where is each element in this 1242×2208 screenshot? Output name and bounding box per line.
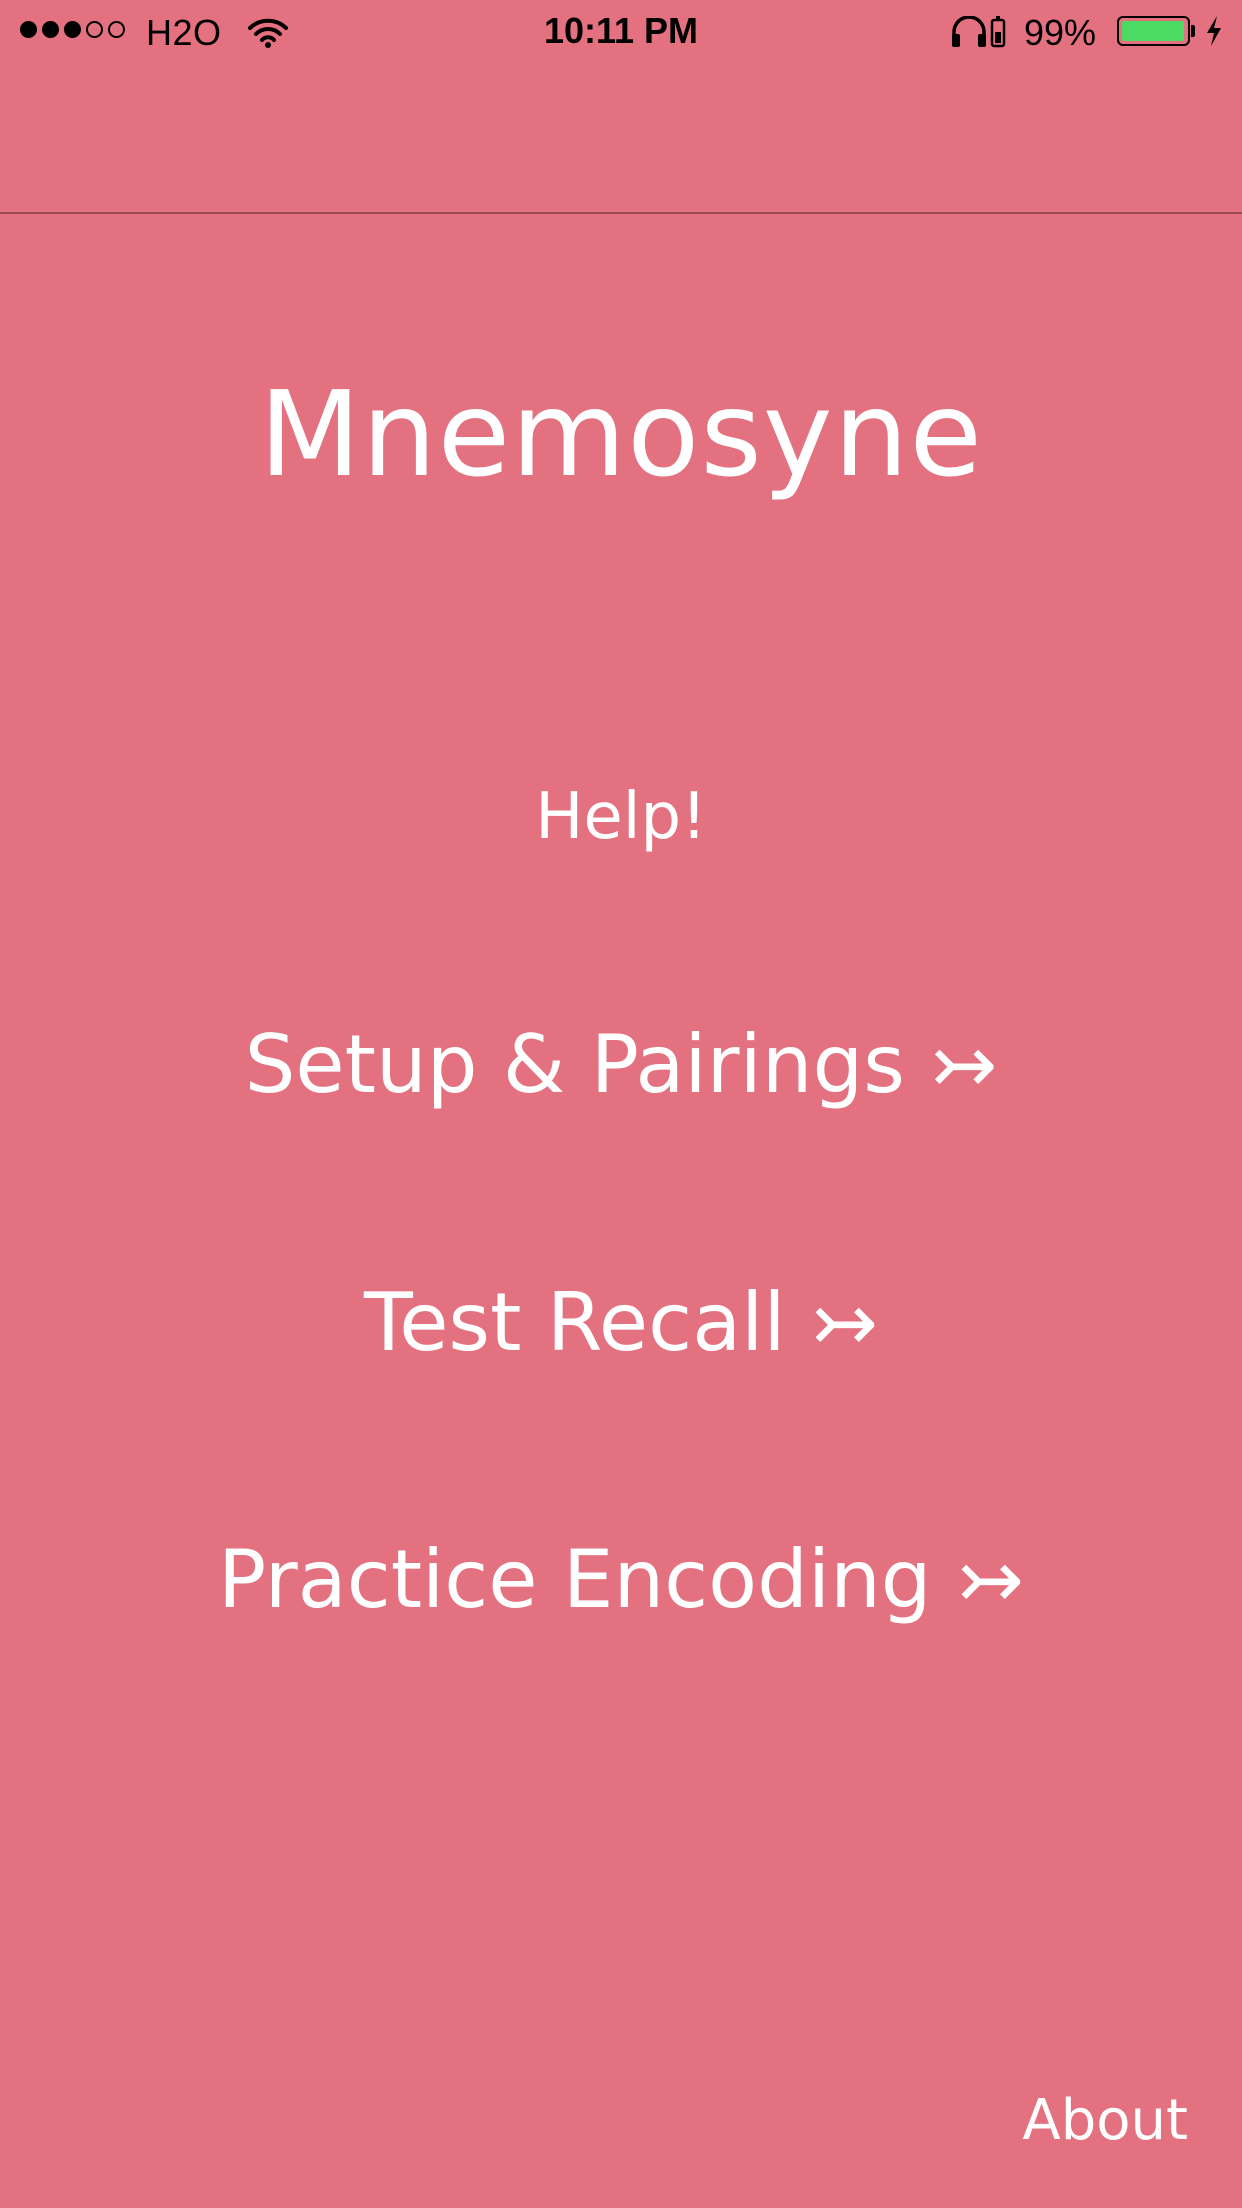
battery-cap (1191, 25, 1195, 37)
headphones-icon (950, 15, 988, 57)
nav-bar-divider (0, 212, 1242, 214)
battery-icon (1117, 16, 1190, 46)
practice-encoding-link[interactable]: Practice Encoding ↣ (0, 1533, 1242, 1626)
about-link[interactable]: About (1022, 2088, 1188, 2153)
battery-percentage: 99% (1024, 12, 1097, 53)
app-title: Mnemosyne (258, 365, 984, 504)
test-recall-link[interactable]: Test Recall ↣ (0, 1276, 1242, 1369)
setup-pairings-link[interactable]: Setup & Pairings ↣ (0, 1018, 1242, 1111)
charging-icon (1204, 14, 1224, 56)
rotation-lock-icon (990, 14, 1006, 57)
battery-level-fill (1122, 21, 1185, 41)
status-bar: H2O 10:11 PM 99% (0, 0, 1242, 62)
help-link[interactable]: Help! (0, 780, 1242, 854)
